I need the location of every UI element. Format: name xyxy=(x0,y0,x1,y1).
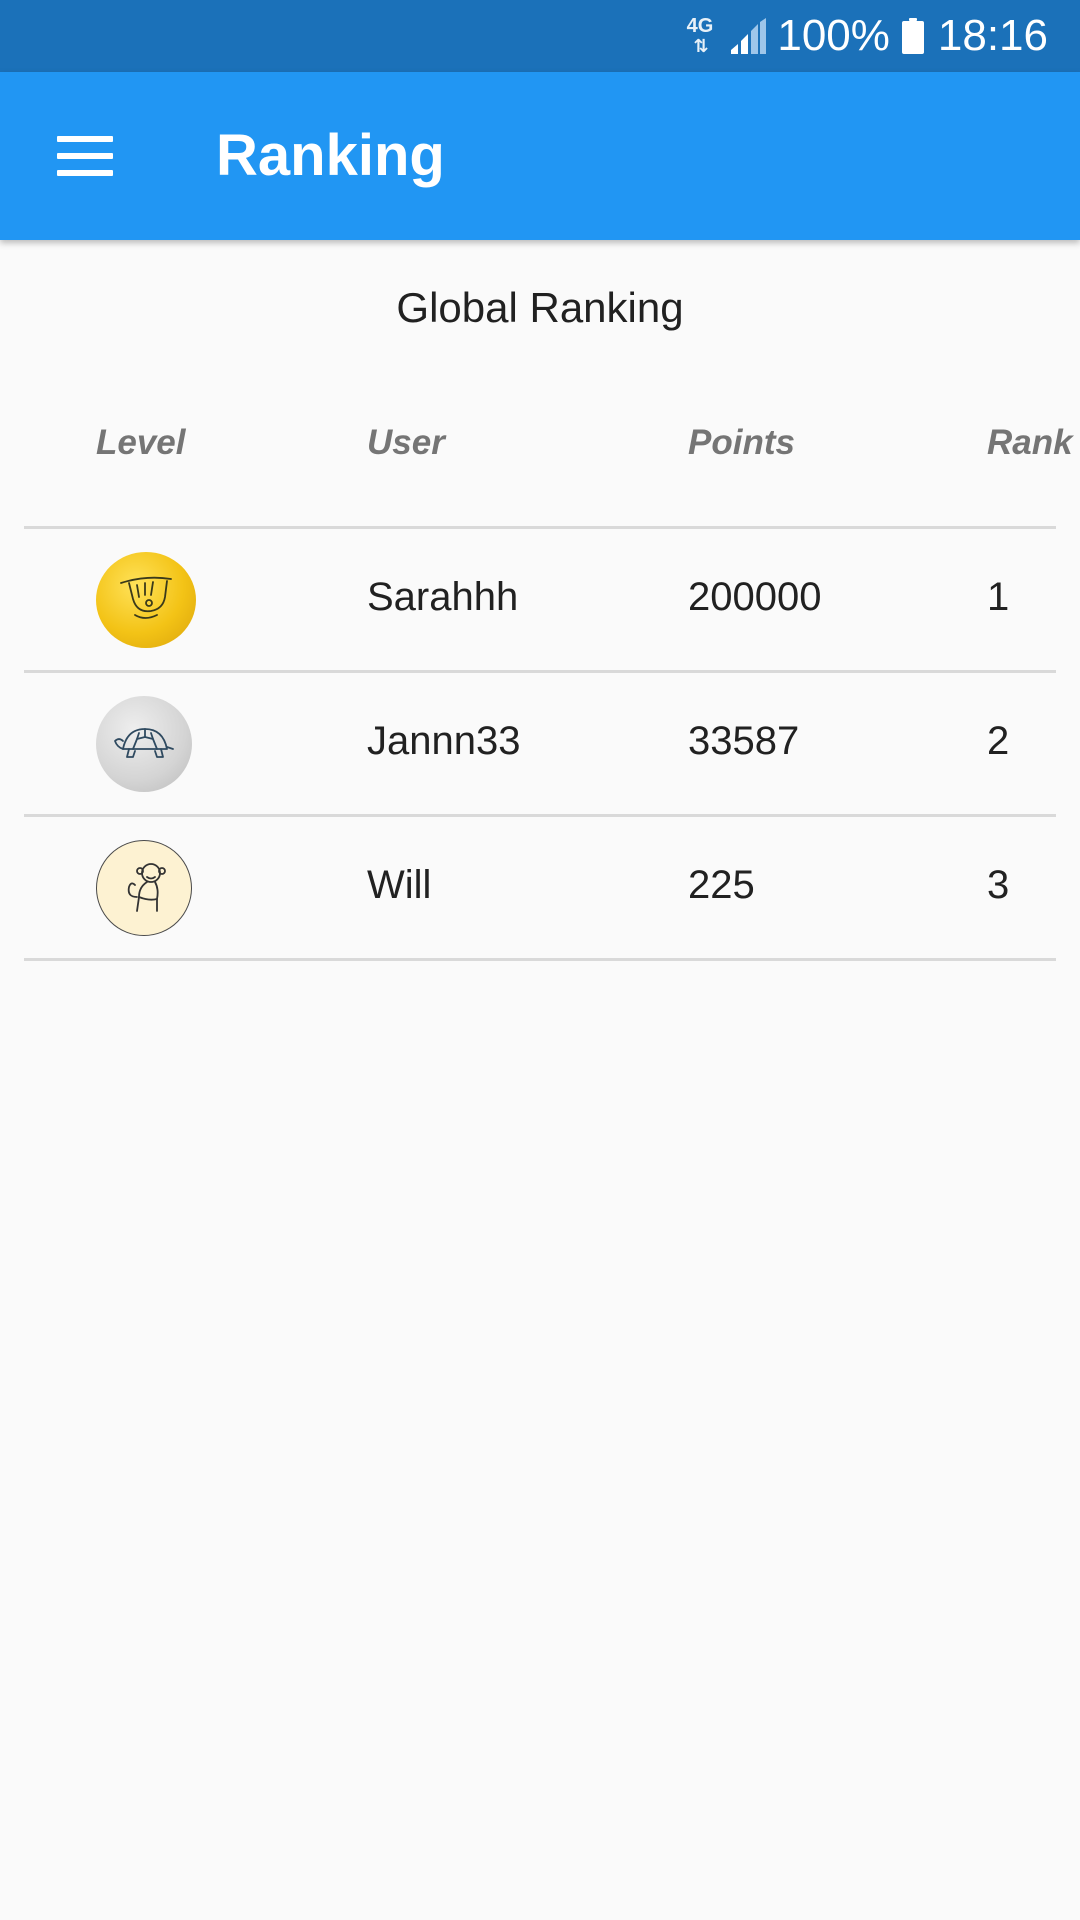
column-header-user: User xyxy=(367,423,445,462)
user-points: 225 xyxy=(688,863,755,907)
user-name: Sarahhh xyxy=(367,575,519,619)
battery-icon xyxy=(901,18,924,54)
table-row[interactable]: Sarahhh 200000 1 xyxy=(24,529,1056,673)
data-arrows-icon: ⇅ xyxy=(693,36,708,56)
level-badge xyxy=(96,552,196,648)
clock-time: 18:16 xyxy=(937,11,1048,60)
level-badge xyxy=(96,840,192,936)
battery-percentage: 100% xyxy=(777,11,890,60)
user-points: 33587 xyxy=(688,719,800,763)
level-badge xyxy=(96,696,192,792)
user-name: Will xyxy=(367,863,432,907)
menu-button[interactable] xyxy=(40,116,130,196)
user-name: Jannn33 xyxy=(367,719,521,763)
ranking-table: Level User Points Rank Sarahhh 200000 1 xyxy=(24,400,1073,961)
status-bar: 4G ⇅ 100% 18:16 xyxy=(0,0,1080,72)
hamburger-menu-icon xyxy=(57,136,113,176)
page-title: Ranking xyxy=(216,123,445,188)
signal-strength-icon xyxy=(731,18,767,54)
network-4g-icon: 4G ⇅ xyxy=(687,16,714,56)
user-rank: 2 xyxy=(987,719,1010,763)
column-header-rank: Rank xyxy=(987,423,1073,462)
table-header: Level User Points Rank xyxy=(24,400,1073,529)
user-rank: 1 xyxy=(987,575,1010,619)
sloth-icon xyxy=(120,576,172,619)
user-points: 200000 xyxy=(688,575,822,619)
section-title: Global Ranking xyxy=(396,284,684,331)
user-rank: 3 xyxy=(987,863,1010,907)
table-row[interactable]: Jannn33 33587 2 xyxy=(24,673,1056,817)
app-bar: Ranking xyxy=(0,72,1080,240)
status-indicators: 4G ⇅ 100% 18:16 xyxy=(687,0,1048,72)
monkey-icon xyxy=(127,863,166,912)
column-header-level: Level xyxy=(96,423,186,462)
column-header-points: Points xyxy=(688,423,795,462)
turtle-icon xyxy=(114,728,174,758)
table-row[interactable]: Will 225 3 xyxy=(24,817,1056,961)
network-type-label: 4G xyxy=(686,15,714,37)
